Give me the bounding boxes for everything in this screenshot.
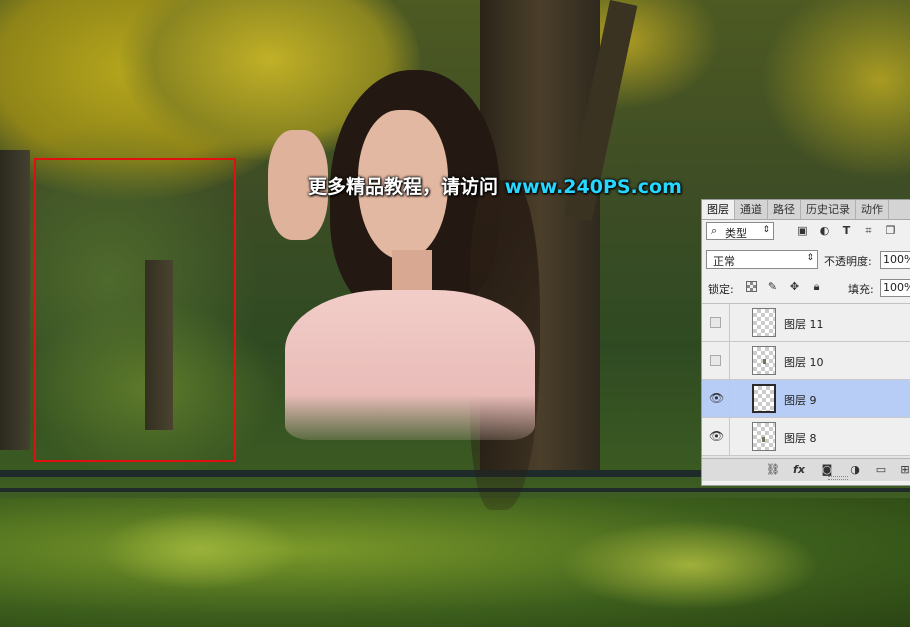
pixel-filter-icon[interactable]: ▣	[796, 224, 809, 237]
adjustment-filter-icon[interactable]: ◐	[818, 224, 831, 237]
shape-filter-icon[interactable]: ⌗	[862, 224, 875, 237]
type-filter-icon[interactable]: T	[840, 224, 853, 237]
layer-row-selected[interactable]: 👁︎ 图层 9	[702, 380, 910, 418]
tab-history[interactable]: 历史记录	[801, 200, 856, 219]
lock-position-icon[interactable]: ✥	[788, 280, 801, 293]
visibility-toggle[interactable]: 👁︎	[702, 418, 730, 456]
link-layers-icon[interactable]: ⛓	[766, 463, 780, 477]
tab-actions[interactable]: 动作	[856, 200, 889, 219]
lock-all-icon[interactable]: 🔒︎	[810, 280, 823, 293]
layer-name: 图层 10	[784, 356, 824, 369]
lock-image-pixels-icon[interactable]: ✎	[766, 280, 779, 293]
add-mask-icon[interactable]: ◙	[820, 463, 834, 477]
adjustment-layer-icon[interactable]: ◑	[848, 463, 862, 477]
select-arrows-icon: ⇕	[762, 225, 770, 235]
filter-row: ⌕ 类型 ⇕ ▣ ◐ T ⌗ ❐	[702, 220, 910, 244]
watermark: 更多精品教程，请访问 www.240PS.com	[308, 172, 682, 199]
search-icon: ⌕	[711, 224, 718, 237]
watermark-url: www.240PS.com	[504, 176, 682, 198]
tab-layers[interactable]: 图层	[702, 200, 735, 219]
eye-icon: 👁︎	[709, 429, 725, 443]
eye-icon: 👁︎	[709, 391, 725, 405]
tab-channels[interactable]: 通道	[735, 200, 768, 219]
layer-row[interactable]: 图层 11	[702, 304, 910, 342]
visibility-toggle[interactable]	[702, 342, 730, 380]
layers-bottom-toolbar: ⛓ fx ◙ ◑ ▭ ⊞	[702, 458, 910, 481]
layer-thumbnail	[752, 346, 776, 375]
lock-transparent-pixels-icon[interactable]	[746, 281, 757, 292]
blend-row: 正常 ⇕ 不透明度: 100%	[702, 248, 910, 272]
layer-thumbnail	[752, 384, 776, 413]
new-group-icon[interactable]: ▭	[874, 463, 888, 477]
selection-rectangle	[34, 158, 236, 462]
layers-list: 图层 11 图层 10 👁︎ 图层 9 👁︎ 图层 8	[702, 303, 910, 459]
hidden-visibility-box	[710, 317, 721, 328]
layer-thumbnail	[752, 422, 776, 451]
layers-panel: 图层 通道 路径 历史记录 动作 ⌕ 类型 ⇕ ▣ ◐ T ⌗ ❐ 正常 ⇕ 不…	[701, 199, 910, 486]
layer-name: 图层 8	[784, 432, 817, 445]
filter-kind-label: 类型	[725, 227, 747, 240]
fill-label: 填充:	[848, 283, 874, 296]
filter-kind-select[interactable]: ⌕ 类型 ⇕	[706, 222, 774, 240]
blend-mode-select[interactable]: 正常 ⇕	[706, 250, 818, 269]
layer-thumbnail	[752, 308, 776, 337]
watermark-text: 更多精品教程，请访问	[308, 176, 505, 198]
visibility-toggle[interactable]: 👁︎	[702, 380, 730, 418]
opacity-label: 不透明度:	[824, 255, 872, 268]
layer-name: 图层 11	[784, 318, 824, 331]
lock-label: 锁定:	[708, 283, 734, 296]
layer-row[interactable]: 图层 10	[702, 342, 910, 380]
fx-icon[interactable]: fx	[792, 463, 806, 477]
tab-paths[interactable]: 路径	[768, 200, 801, 219]
new-layer-icon[interactable]: ⊞	[898, 463, 910, 477]
layer-name: 图层 9	[784, 394, 817, 407]
smart-object-filter-icon[interactable]: ❐	[884, 224, 897, 237]
panel-resize-grip[interactable]	[828, 476, 848, 480]
panel-tabs: 图层 通道 路径 历史记录 动作	[702, 200, 910, 220]
hidden-visibility-box	[710, 355, 721, 366]
lock-row: 锁定: ✎ ✥ 🔒︎ 填充: 100%	[702, 276, 910, 300]
opacity-input[interactable]: 100%	[880, 251, 910, 269]
layer-row[interactable]: 👁︎ 图层 8	[702, 418, 910, 456]
blend-mode-value: 正常	[713, 255, 735, 268]
fill-input[interactable]: 100%	[880, 279, 910, 297]
visibility-toggle[interactable]	[702, 304, 730, 342]
select-arrows-icon: ⇕	[806, 253, 814, 263]
